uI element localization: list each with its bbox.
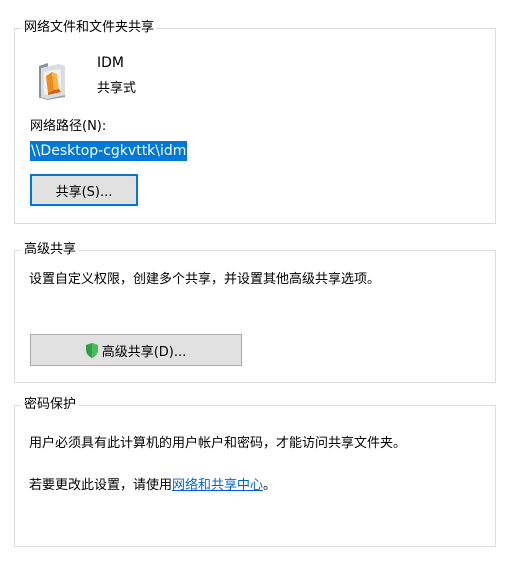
instruction-suffix: 。: [263, 478, 277, 493]
share-name: IDM: [97, 55, 124, 71]
share-button[interactable]: 共享(S)...: [30, 174, 138, 206]
password-protection-description: 用户必须具有此计算机的用户帐户和密码，才能访问共享文件夹。: [29, 436, 407, 451]
network-sharing-title: 网络文件和文件夹共享: [21, 18, 158, 38]
share-status: 共享式: [97, 81, 137, 96]
network-path-label: 网络路径(N):: [30, 119, 107, 134]
instruction-prefix: 若要更改此设置，请使用: [29, 478, 173, 493]
share-button-label: 共享(S)...: [55, 184, 113, 200]
shared-folder-icon: [39, 63, 65, 100]
advanced-sharing-button-label: 高级共享(D)...: [101, 344, 187, 360]
network-sharing-group: 网络文件和文件夹共享 IDM 共享式 网络路径(N): \\Desktop-cg…: [14, 18, 496, 224]
network-path-value[interactable]: \\Desktop-cgkvttk\idm: [30, 141, 188, 161]
advanced-sharing-title: 高级共享: [21, 240, 80, 260]
password-protection-title: 密码保护: [21, 395, 80, 415]
password-protection-group: 密码保护 用户必须具有此计算机的用户帐户和密码，才能访问共享文件夹。 若要更改此…: [14, 395, 496, 547]
network-sharing-center-link[interactable]: 网络和共享中心: [172, 478, 263, 493]
advanced-sharing-button[interactable]: 高级共享(D)...: [30, 334, 242, 366]
shield-icon: [85, 342, 98, 358]
password-protection-instruction: 若要更改此设置，请使用网络和共享中心。: [29, 476, 276, 496]
advanced-sharing-description: 设置自定义权限，创建多个共享，并设置其他高级共享选项。: [29, 272, 381, 287]
advanced-sharing-group: 高级共享 设置自定义权限，创建多个共享，并设置其他高级共享选项。 高级共享(D)…: [14, 240, 496, 383]
